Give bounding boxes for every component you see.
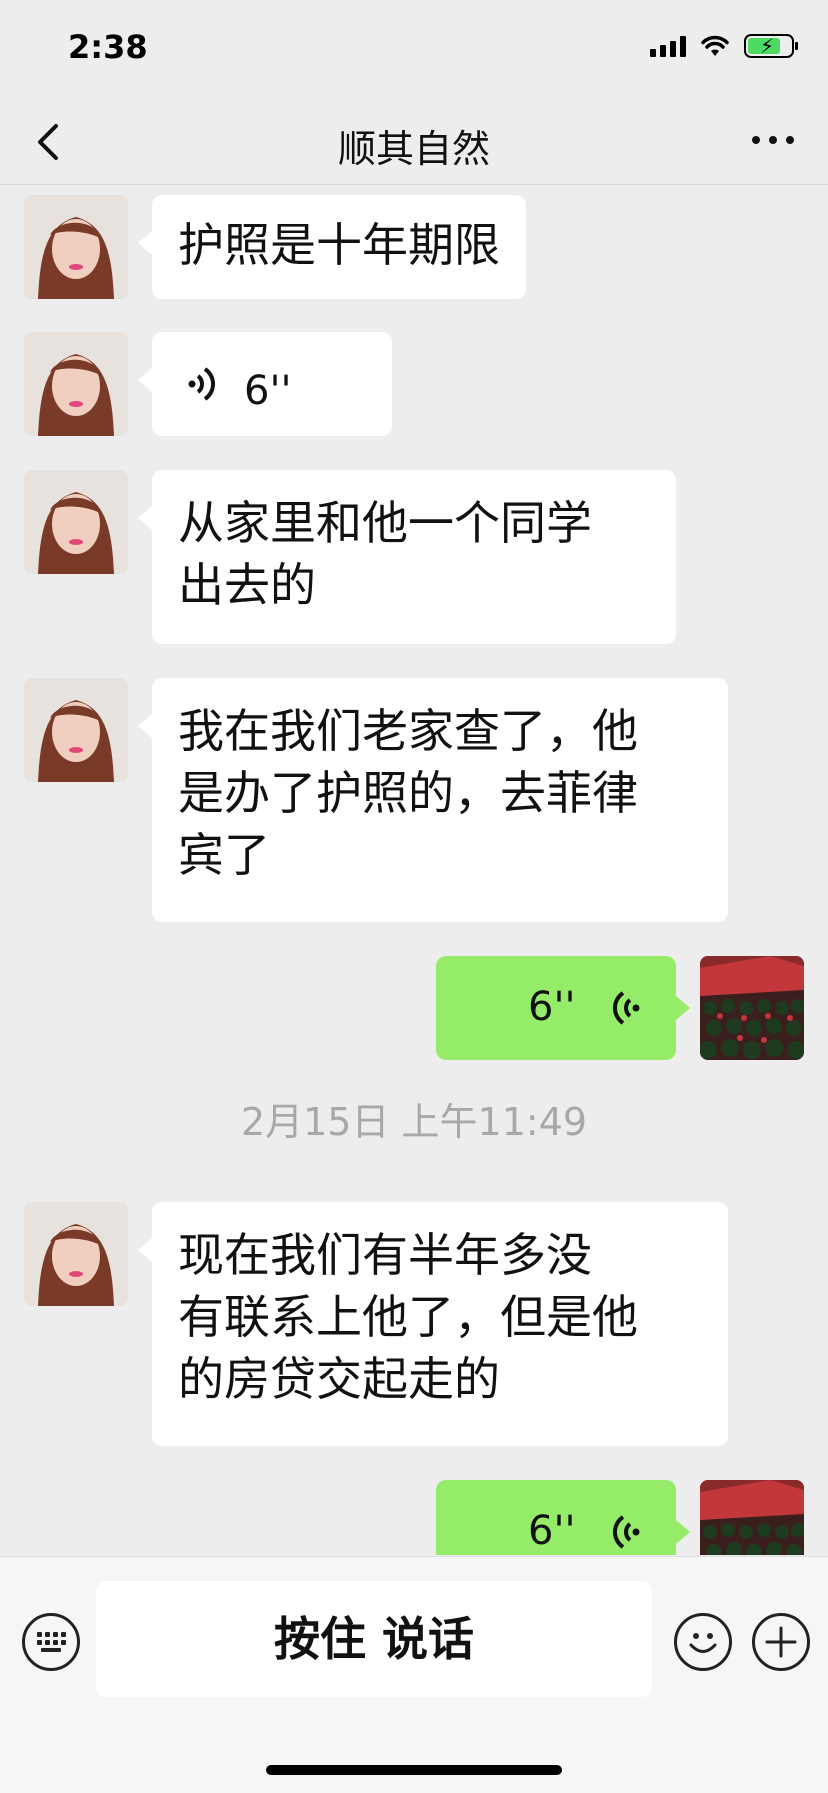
contact-avatar[interactable]: [24, 332, 128, 436]
message-text-line: 我在我们老家查了，他: [178, 704, 638, 758]
contact-avatar[interactable]: [24, 470, 128, 574]
status-time: 2:38: [68, 28, 148, 66]
battery-icon: ⚡: [744, 34, 798, 58]
more-icon[interactable]: [752, 136, 794, 144]
message-text-line: 从家里和他一个同学: [178, 496, 592, 550]
hold-to-talk-button[interactable]: 按住 说话: [96, 1581, 652, 1697]
voice-wave-icon: [188, 367, 215, 401]
chat-messages[interactable]: 护照是十年期限 6'' 从家里和他一个同学 出去的 我在我们老家查了，他 是办了…: [0, 185, 828, 1555]
message-text-line: 出去的: [178, 558, 316, 612]
plus-icon[interactable]: [752, 1613, 810, 1671]
message-bubble[interactable]: 我在我们老家查了，他 是办了护照的，去菲律 宾了: [138, 678, 728, 922]
message-text-line: 的房贷交起走的: [178, 1352, 500, 1406]
contact-avatar[interactable]: [24, 195, 128, 299]
voice-wave-icon: [613, 1515, 640, 1549]
outgoing-voice-message[interactable]: 6'': [436, 956, 690, 1060]
home-indicator[interactable]: [266, 1765, 562, 1775]
contact-avatar[interactable]: [24, 678, 128, 782]
message-text-line: 有联系上他了，但是他: [178, 1290, 638, 1344]
message-bubble[interactable]: 现在我们有半年多没 有联系上他了，但是他 的房贷交起走的: [138, 1202, 728, 1446]
message-bubble[interactable]: 从家里和他一个同学 出去的: [138, 470, 676, 644]
emoji-icon[interactable]: [674, 1613, 732, 1671]
nav-bar: 顺其自然: [0, 100, 828, 185]
message-text: 护照是十年期限: [178, 218, 500, 272]
input-bar: 按住 说话: [0, 1556, 828, 1793]
status-bar: 2:38 ⚡: [0, 0, 828, 100]
message-text-line: 宾了: [178, 828, 270, 882]
contact-avatar[interactable]: [24, 1202, 128, 1306]
status-icons: ⚡: [650, 34, 798, 58]
voice-duration: 6'': [528, 1508, 576, 1554]
voice-duration: 6'': [528, 984, 576, 1030]
cellular-signal-icon: [650, 35, 686, 57]
outgoing-voice-message[interactable]: 6'': [436, 1480, 690, 1555]
voice-message[interactable]: 6'': [138, 332, 392, 436]
timestamp: 2月15日 上午11:49: [240, 1100, 588, 1144]
message-bubble[interactable]: 护照是十年期限: [138, 195, 526, 299]
message-text-line: 现在我们有半年多没: [178, 1228, 592, 1282]
my-avatar[interactable]: [700, 1480, 804, 1555]
message-text-line: 是办了护照的，去菲律: [178, 766, 638, 820]
voice-wave-icon: [613, 991, 640, 1025]
chat-title: 顺其自然: [337, 127, 490, 171]
wifi-icon: [701, 35, 729, 56]
keyboard-icon[interactable]: [22, 1613, 80, 1671]
my-avatar[interactable]: [700, 956, 804, 1060]
voice-duration: 6'': [244, 368, 292, 414]
